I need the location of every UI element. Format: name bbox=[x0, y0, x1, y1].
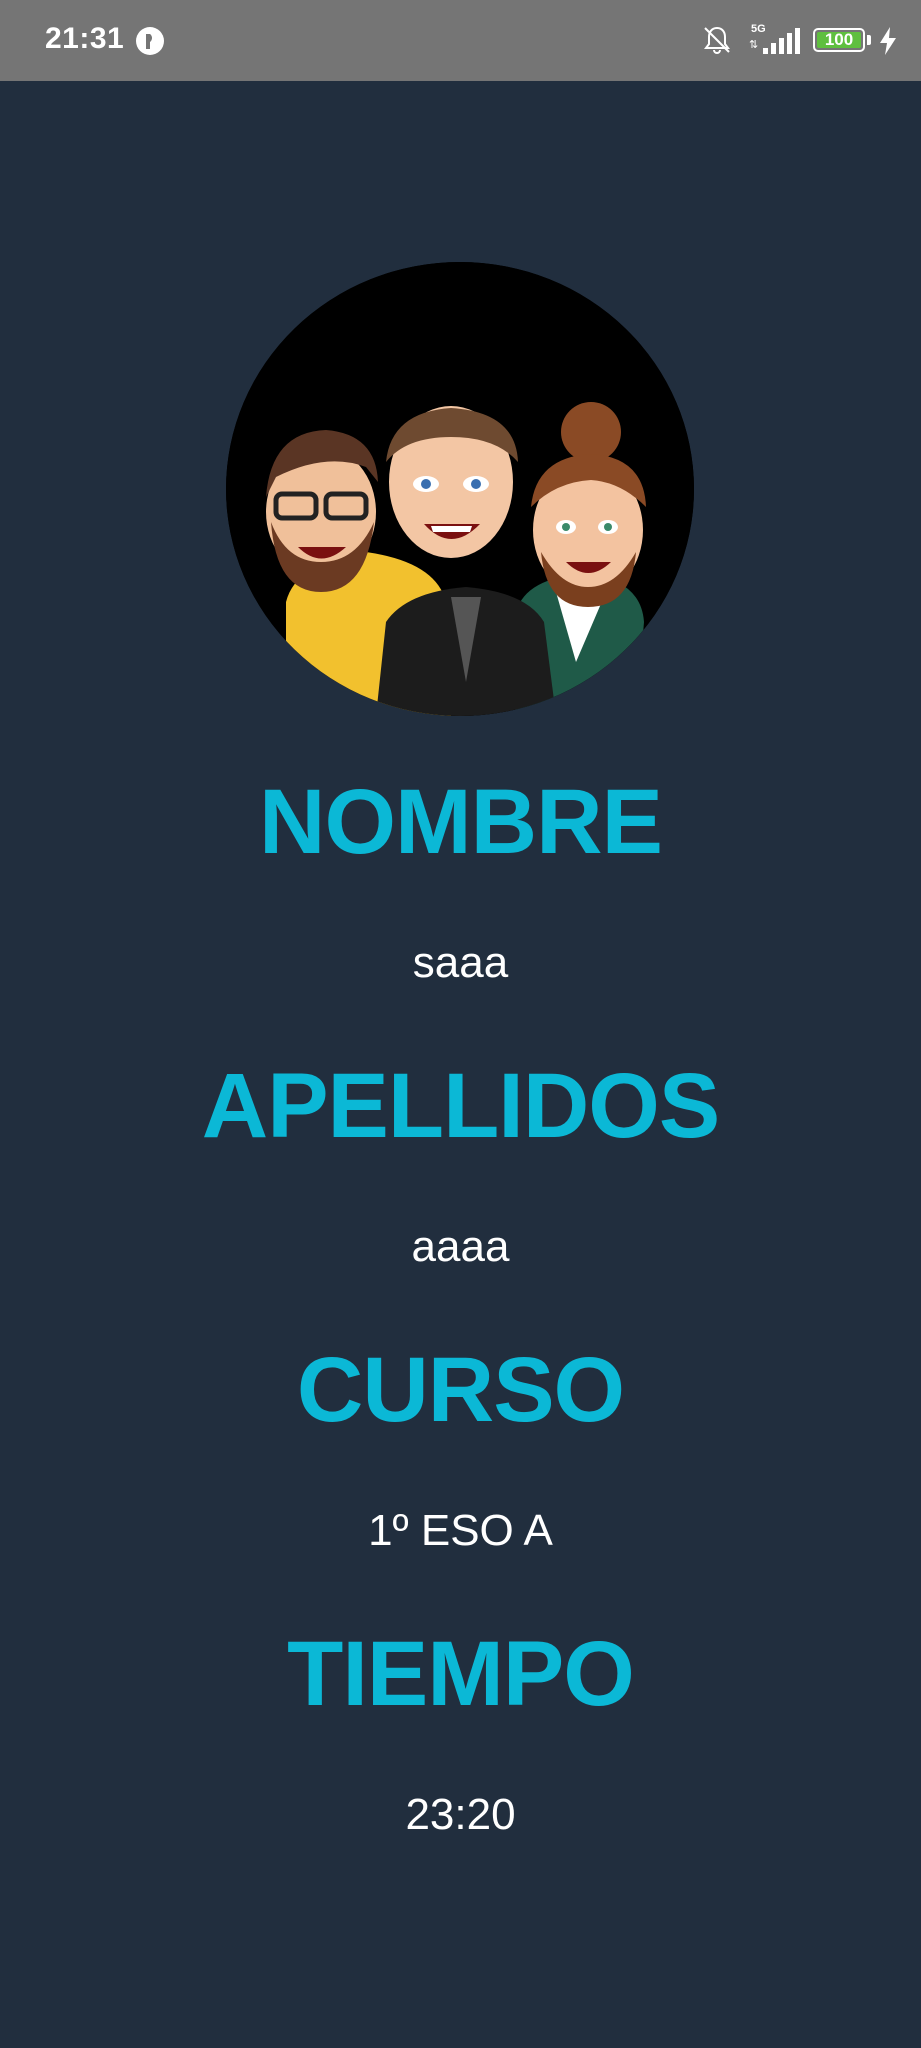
apellidos-value: aaaa bbox=[411, 1222, 510, 1271]
nombre-label: NOMBRE bbox=[259, 771, 663, 873]
status-bar: 21:31 5G ⇅ 100 bbox=[0, 0, 921, 81]
app-notification-icon bbox=[136, 27, 164, 55]
group-avatar-icon bbox=[226, 262, 694, 716]
nombre-value: saaa bbox=[412, 938, 509, 987]
curso-value: 1º ESO A bbox=[368, 1506, 553, 1555]
battery-level: 100 bbox=[824, 30, 854, 49]
signal-icon bbox=[763, 28, 800, 54]
curso-label: CURSO bbox=[296, 1339, 625, 1441]
profile-avatar bbox=[226, 262, 694, 716]
charging-icon bbox=[880, 27, 896, 55]
battery-tip bbox=[867, 35, 871, 45]
battery-icon: 100 bbox=[813, 28, 865, 52]
tiempo-label: TIEMPO bbox=[287, 1623, 635, 1725]
status-time: 21:31 bbox=[45, 22, 125, 55]
bell-muted-icon bbox=[704, 26, 730, 54]
tiempo-value: 23:20 bbox=[405, 1790, 516, 1839]
data-arrows-icon: ⇅ bbox=[749, 39, 759, 51]
apellidos-label: APELLIDOS bbox=[201, 1055, 720, 1157]
